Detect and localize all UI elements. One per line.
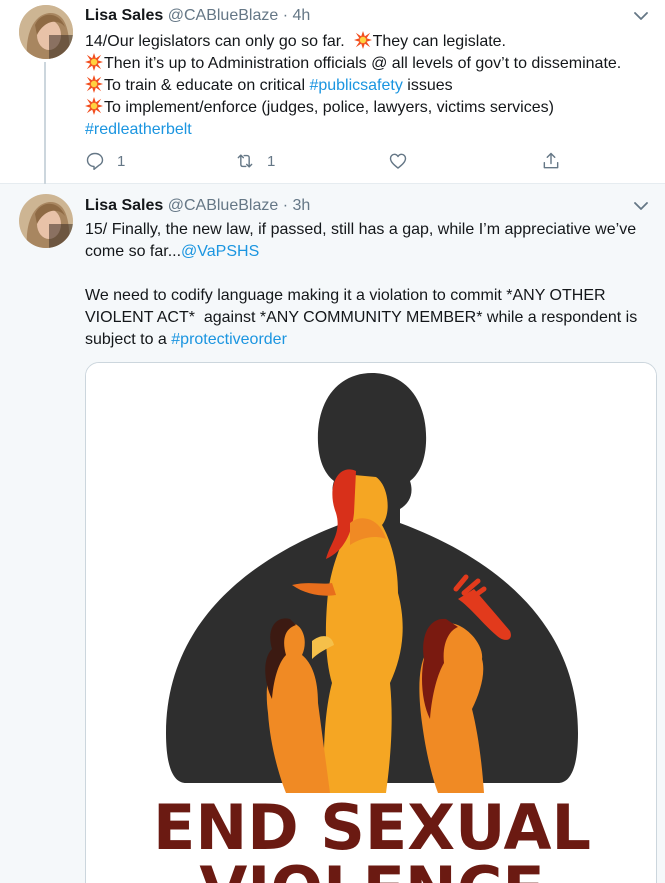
- share-button[interactable]: [541, 150, 561, 172]
- text-line: VIOLENT ACT* against *ANY COMMUNITY MEMB…: [85, 307, 660, 329]
- timestamp[interactable]: 3h: [292, 197, 310, 214]
- text-line: subject to a #protectiveorder: [85, 329, 660, 351]
- reply-count: 1: [117, 152, 126, 170]
- separator-dot: ·: [282, 7, 289, 24]
- thread-connector-line: [44, 62, 46, 184]
- text-line: To train & educate on critical #publicsa…: [85, 75, 660, 97]
- tweet-text: 15/ Finally, the new law, if passed, sti…: [85, 219, 660, 351]
- text-segment: 14/Our legislators can only go so far.: [85, 33, 354, 50]
- user-handle[interactable]: @CABlueBlaze: [168, 197, 279, 214]
- text-line: come so far...@VaPSHS: [85, 241, 660, 263]
- user-handle[interactable]: @CABlueBlaze: [168, 7, 279, 24]
- text-segment: They can legislate.: [372, 33, 506, 50]
- like-icon: [389, 153, 407, 169]
- share-icon: [543, 152, 559, 169]
- display-name[interactable]: Lisa Sales: [85, 7, 163, 24]
- text-segment: To implement/enforce (judges, police, la…: [104, 99, 554, 116]
- mention-link[interactable]: @VaPSHS: [181, 243, 259, 260]
- tweet-media-image[interactable]: END SEXUAL VIOLENCE: [85, 362, 657, 883]
- reply-icon: [86, 152, 104, 171]
- timestamp[interactable]: 4h: [292, 7, 310, 24]
- end-sexual-violence-poster: END SEXUAL VIOLENCE: [86, 363, 656, 883]
- text-line: Then it’s up to Administration officials…: [85, 53, 660, 75]
- text-line: 14/Our legislators can only go so far. T…: [85, 31, 660, 53]
- text-segment: We need to codify language making it a v…: [85, 287, 606, 304]
- hashtag-link[interactable]: #redleatherbelt: [85, 121, 192, 138]
- text-line: To implement/enforce (judges, police, la…: [85, 97, 660, 119]
- text-segment: 15/ Finally, the new law, if passed, sti…: [85, 221, 637, 238]
- collision-emoji: [353, 31, 372, 49]
- tweet-header: Lisa Sales @CABlueBlaze · 3h: [85, 196, 310, 216]
- text-segment: issues: [402, 77, 453, 94]
- retweet-button[interactable]: 1: [235, 150, 275, 172]
- text-segment: come so far...: [85, 243, 182, 260]
- hashtag-link[interactable]: #protectiveorder: [171, 331, 287, 348]
- hashtag-link[interactable]: #publicsafety: [309, 77, 402, 94]
- poster-text-line-2: VIOLENCE: [199, 853, 544, 883]
- retweet-count: 1: [267, 152, 276, 170]
- text-line: We need to codify language making it a v…: [85, 285, 660, 307]
- collision-emoji: [85, 53, 103, 71]
- collision-emoji: [85, 75, 103, 93]
- avatar[interactable]: [19, 194, 73, 248]
- tweet-15[interactable]: Lisa Sales @CABlueBlaze · 3h 15/ Finally…: [0, 184, 665, 883]
- display-name[interactable]: Lisa Sales: [85, 197, 163, 214]
- chevron-down-icon[interactable]: [633, 198, 649, 214]
- text-segment: To train & educate on critical: [104, 77, 310, 94]
- text-segment: VIOLENT ACT* against *ANY COMMUNITY MEMB…: [85, 309, 638, 326]
- separator-dot: ·: [282, 197, 289, 214]
- text-line: #redleatherbelt: [85, 119, 660, 141]
- tweet-14[interactable]: Lisa Sales @CABlueBlaze · 4h 14/Our legi…: [0, 0, 665, 184]
- text-line: 15/ Finally, the new law, if passed, sti…: [85, 219, 660, 241]
- text-segment: subject to a: [85, 331, 172, 348]
- chevron-down-icon[interactable]: [633, 8, 649, 24]
- collision-emoji: [85, 97, 103, 115]
- tweet-header: Lisa Sales @CABlueBlaze · 4h: [85, 6, 310, 26]
- text-segment: Then it’s up to Administration officials…: [104, 55, 622, 72]
- tweet-text: 14/Our legislators can only go so far. T…: [85, 31, 660, 141]
- avatar[interactable]: [19, 5, 73, 59]
- reply-button[interactable]: 1: [85, 150, 125, 172]
- tweet-actions: 1 1: [85, 150, 565, 172]
- like-button[interactable]: [388, 150, 408, 172]
- retweet-icon: [237, 154, 253, 168]
